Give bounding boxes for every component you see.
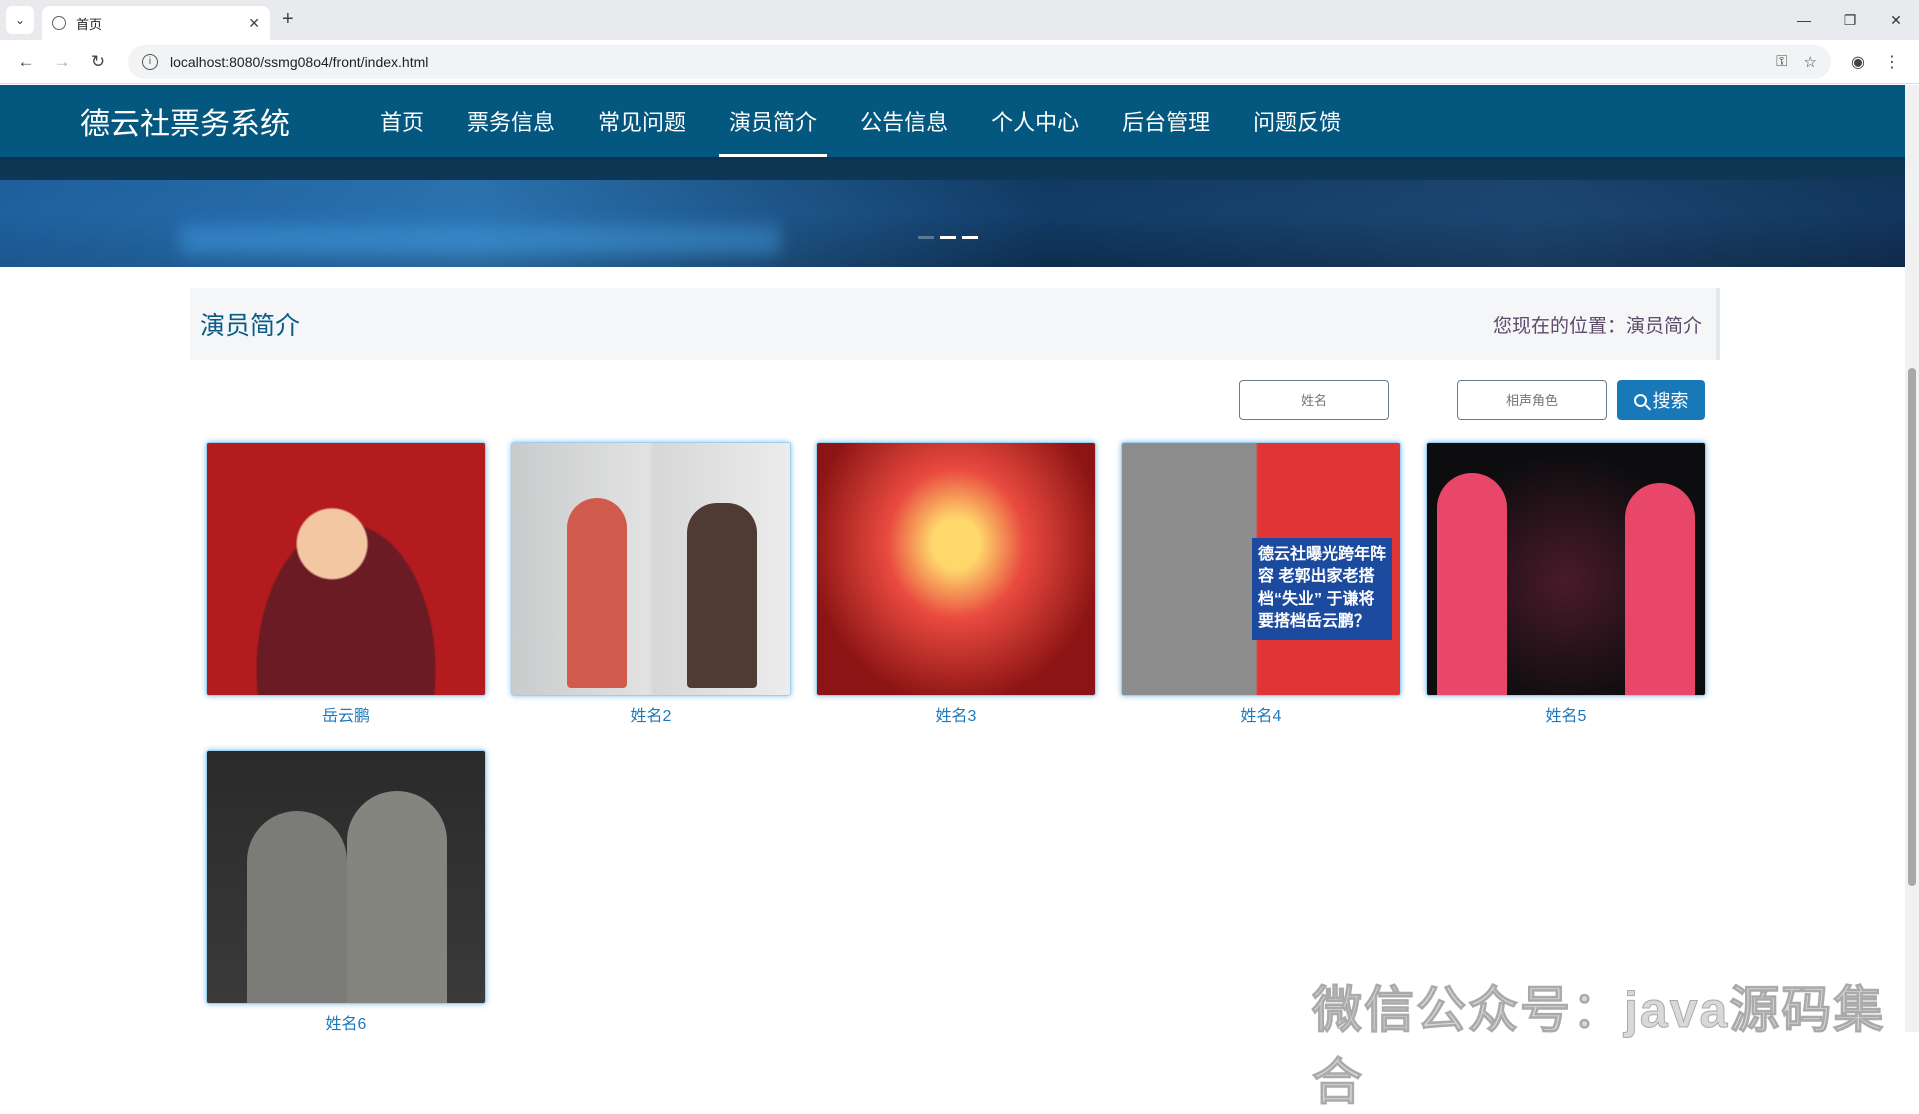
close-tab-icon[interactable]: ✕: [248, 15, 260, 32]
nav-item-announcements[interactable]: 公告信息: [850, 85, 958, 157]
carousel-dot[interactable]: [918, 236, 934, 239]
close-window-button[interactable]: ✕: [1873, 0, 1919, 40]
section-titlebar: 演员简介 您现在的位置：演员简介: [190, 288, 1720, 360]
browser-tab-active[interactable]: 首页 ✕: [42, 6, 270, 40]
address-bar[interactable]: i localhost:8080/ssmg08o4/front/index.ht…: [128, 44, 1831, 79]
browser-toolbar: ← → ↻ i localhost:8080/ssmg08o4/front/in…: [0, 40, 1919, 84]
actor-name[interactable]: 姓名6: [206, 1010, 486, 1032]
site-navbar: 德云社票务系统 首页 票务信息 常见问题 演员简介 公告信息 个人中心 后台管理…: [0, 85, 1905, 157]
browser-tabstrip: ⌄ 首页 ✕ + — ❐ ✕: [0, 0, 1919, 40]
bookmark-star-icon[interactable]: ☆: [1804, 53, 1817, 71]
breadcrumb: 您现在的位置：演员简介: [1492, 315, 1702, 337]
nav-item-profile[interactable]: 个人中心: [981, 85, 1089, 157]
actor-name[interactable]: 姓名5: [1426, 702, 1706, 726]
carousel-dot[interactable]: [962, 236, 978, 239]
role-search-input[interactable]: [1457, 380, 1607, 420]
nav-item-home[interactable]: 首页: [370, 85, 434, 157]
minimize-button[interactable]: —: [1781, 0, 1827, 40]
window-controls: — ❐ ✕: [1781, 0, 1919, 40]
back-button[interactable]: ←: [10, 46, 42, 78]
reload-button[interactable]: ↻: [82, 46, 114, 78]
actor-photo[interactable]: [816, 442, 1096, 696]
actor-card[interactable]: 姓名2: [511, 442, 791, 726]
carousel-dot[interactable]: [940, 236, 956, 239]
search-button[interactable]: 搜索: [1617, 380, 1705, 420]
actor-photo[interactable]: 德云社曝光跨年阵容 老郭出家老搭档“失业” 于谦将要搭档岳云鹏？: [1121, 442, 1401, 696]
actor-card[interactable]: 姓名3: [816, 442, 1096, 726]
nav-item-feedback[interactable]: 问题反馈: [1243, 85, 1351, 157]
search-icon: [1633, 393, 1647, 407]
actor-card[interactable]: 岳云鹏: [206, 442, 486, 726]
site-info-icon[interactable]: i: [142, 53, 158, 70]
password-key-icon[interactable]: ⚿: [1776, 53, 1787, 70]
tab-title: 首页: [76, 16, 103, 32]
nav-item-admin[interactable]: 后台管理: [1112, 85, 1220, 157]
actor-card[interactable]: 姓名6: [206, 750, 486, 1032]
actor-photo[interactable]: [206, 442, 486, 696]
nav-menu: 首页 票务信息 常见问题 演员简介 公告信息 个人中心 后台管理 问题反馈: [370, 85, 1374, 157]
forward-button[interactable]: →: [46, 46, 78, 78]
actor-name[interactable]: 岳云鹏: [206, 702, 486, 726]
actor-photo[interactable]: [1426, 442, 1706, 696]
poster-text: 德云社曝光跨年阵容 老郭出家老搭档“失业” 于谦将要搭档岳云鹏？: [1252, 538, 1392, 640]
scrollbar-thumb[interactable]: [1908, 368, 1916, 886]
nav-item-actors[interactable]: 演员简介: [719, 85, 828, 157]
name-search-input[interactable]: [1239, 380, 1389, 420]
page-content: 德云社票务系统 首页 票务信息 常见问题 演员简介 公告信息 个人中心 后台管理…: [0, 85, 1905, 1032]
profile-icon[interactable]: ◉: [1841, 52, 1875, 72]
restore-button[interactable]: ❐: [1827, 0, 1873, 40]
search-button-label: 搜索: [1652, 391, 1689, 411]
globe-icon: [52, 16, 66, 30]
menu-kebab-icon[interactable]: ⋮: [1875, 52, 1909, 72]
actor-photo[interactable]: [206, 750, 486, 1004]
url-text[interactable]: localhost:8080/ssmg08o4/front/index.html: [170, 54, 1760, 70]
actor-card[interactable]: 德云社曝光跨年阵容 老郭出家老搭档“失业” 于谦将要搭档岳云鹏？ 姓名4: [1121, 442, 1401, 726]
section-title: 演员简介: [200, 312, 301, 340]
page-scrollbar[interactable]: [1905, 85, 1919, 1032]
new-tab-button[interactable]: +: [282, 8, 294, 31]
search-bar: 搜索: [0, 380, 1905, 420]
nav-item-tickets[interactable]: 票务信息: [457, 85, 565, 157]
actor-name[interactable]: 姓名2: [511, 702, 791, 726]
nav-item-faq[interactable]: 常见问题: [588, 85, 696, 157]
carousel-indicators: [918, 236, 978, 239]
actor-photo[interactable]: [511, 442, 791, 696]
watermark-text: 微信公众号：java源码集合: [1312, 982, 1886, 1111]
actor-name[interactable]: 姓名3: [816, 702, 1096, 726]
tab-search-dropdown[interactable]: ⌄: [6, 6, 34, 34]
site-brand[interactable]: 德云社票务系统: [80, 99, 370, 143]
actor-card[interactable]: 姓名5: [1426, 442, 1706, 726]
actor-name[interactable]: 姓名4: [1121, 702, 1401, 726]
